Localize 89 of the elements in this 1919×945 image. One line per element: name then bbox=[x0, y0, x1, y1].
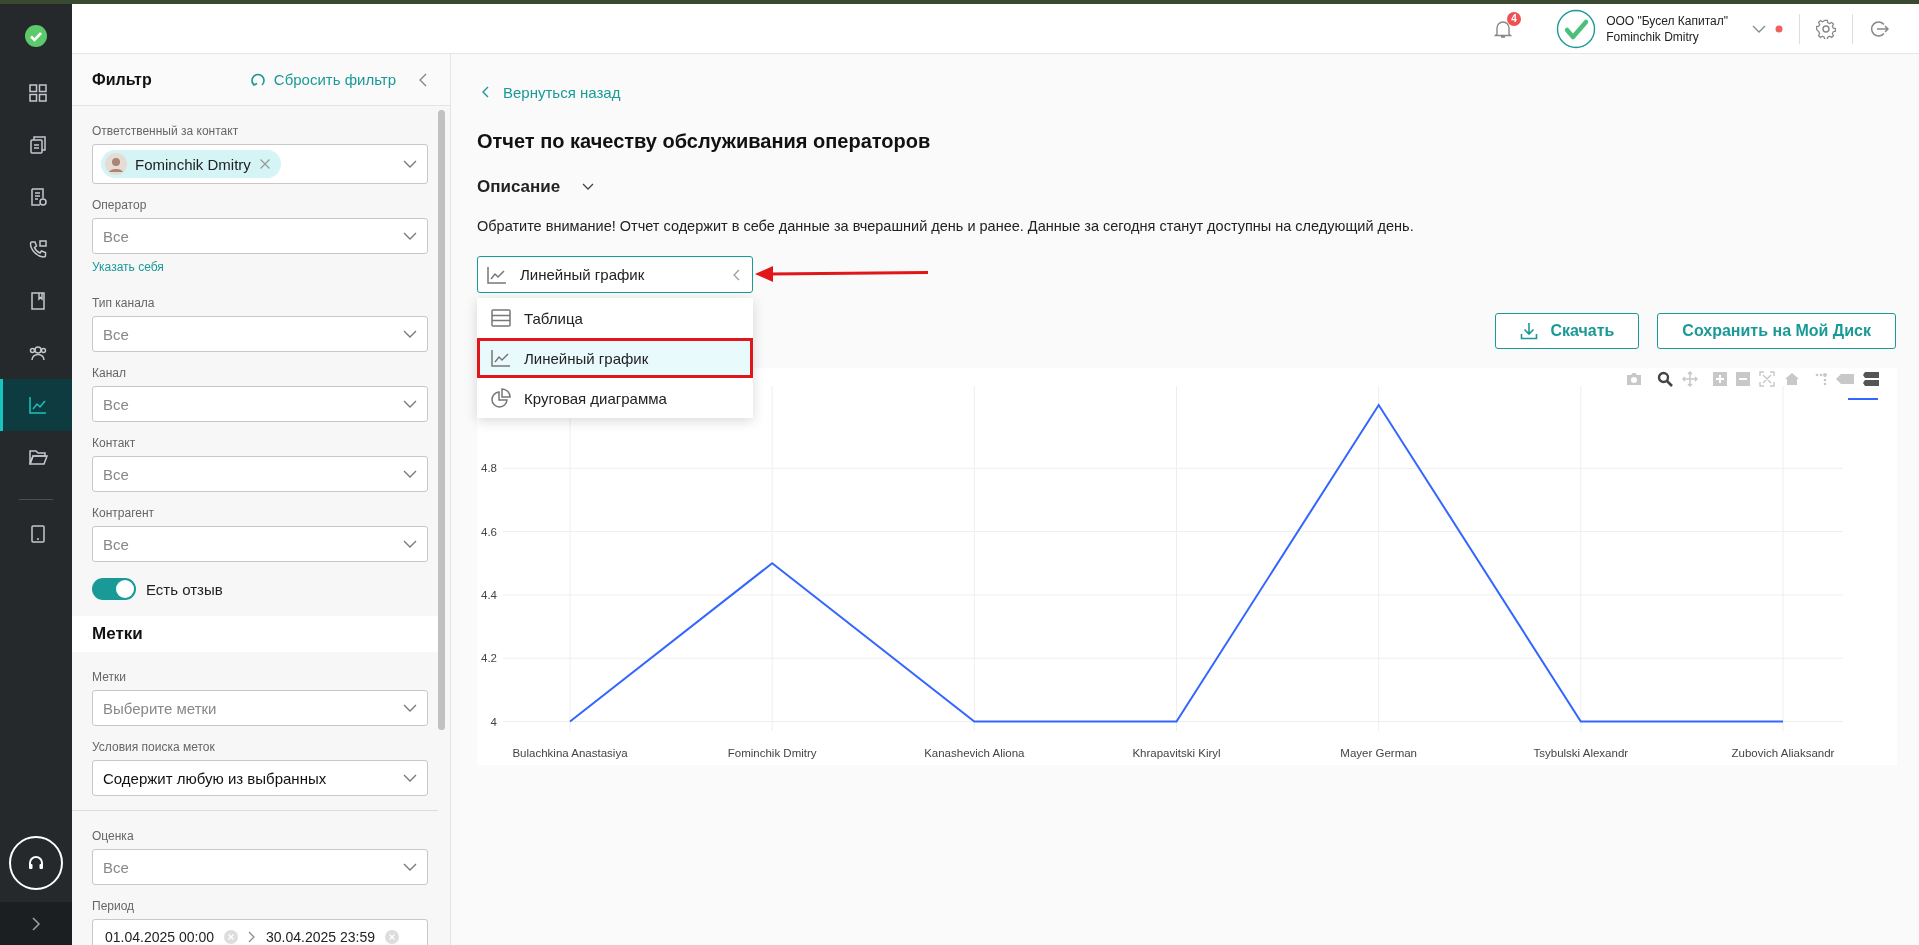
select-field[interactable]: Все bbox=[92, 849, 428, 885]
field-label: Контрагент bbox=[92, 506, 156, 520]
save-button[interactable]: Сохранить на Мой Диск bbox=[1657, 313, 1896, 349]
field-label: Ответственный за контакт bbox=[92, 124, 240, 138]
view-type-dropdown[interactable]: Линейный график bbox=[477, 256, 753, 293]
notice-text: Обратите внимание! Отчет содержит в себе данные за вчерашний день и ранее. Данные за сегодня станут доступны на следующий день. bbox=[477, 217, 1415, 236]
support-button[interactable] bbox=[9, 836, 63, 890]
field-label: Контакт bbox=[92, 436, 137, 450]
toggle-switch[interactable] bbox=[92, 578, 136, 600]
field-label: Период bbox=[92, 899, 136, 913]
y-tick-label: 4.2 bbox=[481, 652, 497, 665]
x-tick-label: Khrapavitski Kiryl bbox=[1132, 747, 1221, 759]
x-tick-label: Fominchik Dmitry bbox=[727, 747, 817, 759]
field-label: Оценка bbox=[92, 829, 135, 843]
clipboard-icon bbox=[27, 135, 48, 155]
reset-filter-link[interactable]: Сбросить фильтр bbox=[249, 71, 396, 88]
line-chart-icon bbox=[490, 347, 512, 369]
avatar-icon bbox=[105, 153, 127, 175]
grid-icon bbox=[27, 83, 48, 103]
section-title: Метки bbox=[92, 624, 143, 643]
x-tick-label: Mayer German bbox=[1340, 747, 1417, 759]
x-tick-label: Bulachkina Anastasiya bbox=[512, 747, 628, 759]
select-field[interactable]: Все bbox=[92, 316, 428, 352]
close-icon[interactable] bbox=[258, 158, 271, 170]
zoom-icon[interactable] bbox=[1657, 371, 1673, 387]
y-tick-label: 4 bbox=[490, 715, 497, 728]
y-tick-label: 4.8 bbox=[481, 462, 497, 475]
select-field[interactable]: Все bbox=[92, 526, 428, 562]
field-label: Канал bbox=[92, 366, 127, 380]
chip-label: Fominchik Dmitry bbox=[135, 155, 251, 173]
refresh-icon bbox=[249, 71, 266, 88]
y-tick-label: 4.6 bbox=[481, 525, 497, 538]
field-label: Условия поиска меток bbox=[92, 740, 216, 754]
logout-icon bbox=[1869, 18, 1889, 39]
chevron-down-icon bbox=[582, 183, 595, 191]
download-icon bbox=[1520, 322, 1539, 340]
menu-option[interactable]: Линейный график bbox=[477, 338, 753, 378]
select-field[interactable]: Выберите метки bbox=[92, 690, 428, 726]
chevron-left-icon bbox=[481, 86, 489, 98]
download-button[interactable]: Скачать bbox=[1495, 313, 1640, 349]
scrollbar-thumb[interactable] bbox=[438, 110, 445, 730]
collapse-chevron-icon[interactable] bbox=[418, 72, 428, 87]
date-from: 01.04.2025 00:00 bbox=[105, 929, 214, 945]
select-field[interactable]: Все bbox=[92, 456, 428, 492]
settings-button[interactable] bbox=[1816, 18, 1836, 39]
y-tick-label: 4.4 bbox=[481, 588, 497, 601]
status-dot-icon bbox=[1775, 24, 1783, 33]
field-label: Тип канала bbox=[92, 296, 156, 310]
select-field[interactable]: Все bbox=[92, 218, 428, 254]
x-tick-label: Kanashevich Aliona bbox=[924, 747, 1025, 759]
select-field[interactable]: Содержит любую из выбранных bbox=[92, 760, 428, 796]
legend-line-icon[interactable] bbox=[1847, 398, 1879, 400]
menu-option[interactable]: Круговая диаграмма bbox=[477, 378, 753, 418]
pie-chart-icon bbox=[490, 387, 512, 409]
chart-icon bbox=[27, 395, 48, 415]
field-label: Оператор bbox=[92, 198, 148, 212]
notifications-button[interactable] bbox=[1494, 18, 1513, 39]
table-icon bbox=[490, 307, 512, 329]
select-field[interactable]: Все bbox=[92, 386, 428, 422]
phone-icon bbox=[27, 239, 48, 259]
date-to: 30.04.2025 23:59 bbox=[266, 929, 375, 945]
company-name: ООО "Бусел Капитал" bbox=[1606, 12, 1728, 29]
back-link[interactable]: Вернуться назад bbox=[481, 82, 621, 102]
description-toggle[interactable]: Описание bbox=[477, 174, 595, 200]
filter-title: Фильтр bbox=[92, 70, 153, 89]
settings-icon bbox=[1816, 18, 1836, 39]
page-title: Отчет по качеству обслуживания операторов bbox=[477, 129, 932, 154]
hover-compare-icon[interactable] bbox=[1863, 371, 1879, 387]
logout-button[interactable] bbox=[1869, 18, 1889, 39]
select-field[interactable]: Fominchik Dmitry bbox=[92, 144, 428, 184]
users-icon bbox=[27, 343, 48, 363]
user-name: Fominchik Dmitry bbox=[1606, 28, 1700, 45]
menu-option[interactable]: Таблица bbox=[477, 298, 753, 338]
chevron-down-icon[interactable] bbox=[1752, 23, 1766, 34]
bell-icon bbox=[1494, 18, 1513, 39]
chevron-left-icon bbox=[732, 268, 740, 281]
chevron-right-icon bbox=[31, 916, 41, 931]
folder-icon bbox=[27, 447, 48, 467]
x-tick-label: Zubovich Aliaksandr bbox=[1731, 747, 1835, 759]
notification-count: 4 bbox=[1507, 11, 1522, 26]
chevron-right-icon bbox=[248, 931, 256, 943]
check-logo-icon bbox=[1556, 8, 1597, 49]
user-chip[interactable]: Fominchik Dmitry bbox=[101, 150, 281, 178]
field-label: Метки bbox=[92, 670, 127, 684]
set-self-link[interactable]: Указать себя bbox=[92, 260, 164, 274]
x-tick-label: Tsybulski Alexandr bbox=[1533, 747, 1629, 759]
toggle-label: Есть отзыв bbox=[146, 580, 223, 598]
nav-item[interactable] bbox=[0, 379, 72, 431]
logo-icon bbox=[25, 25, 47, 47]
